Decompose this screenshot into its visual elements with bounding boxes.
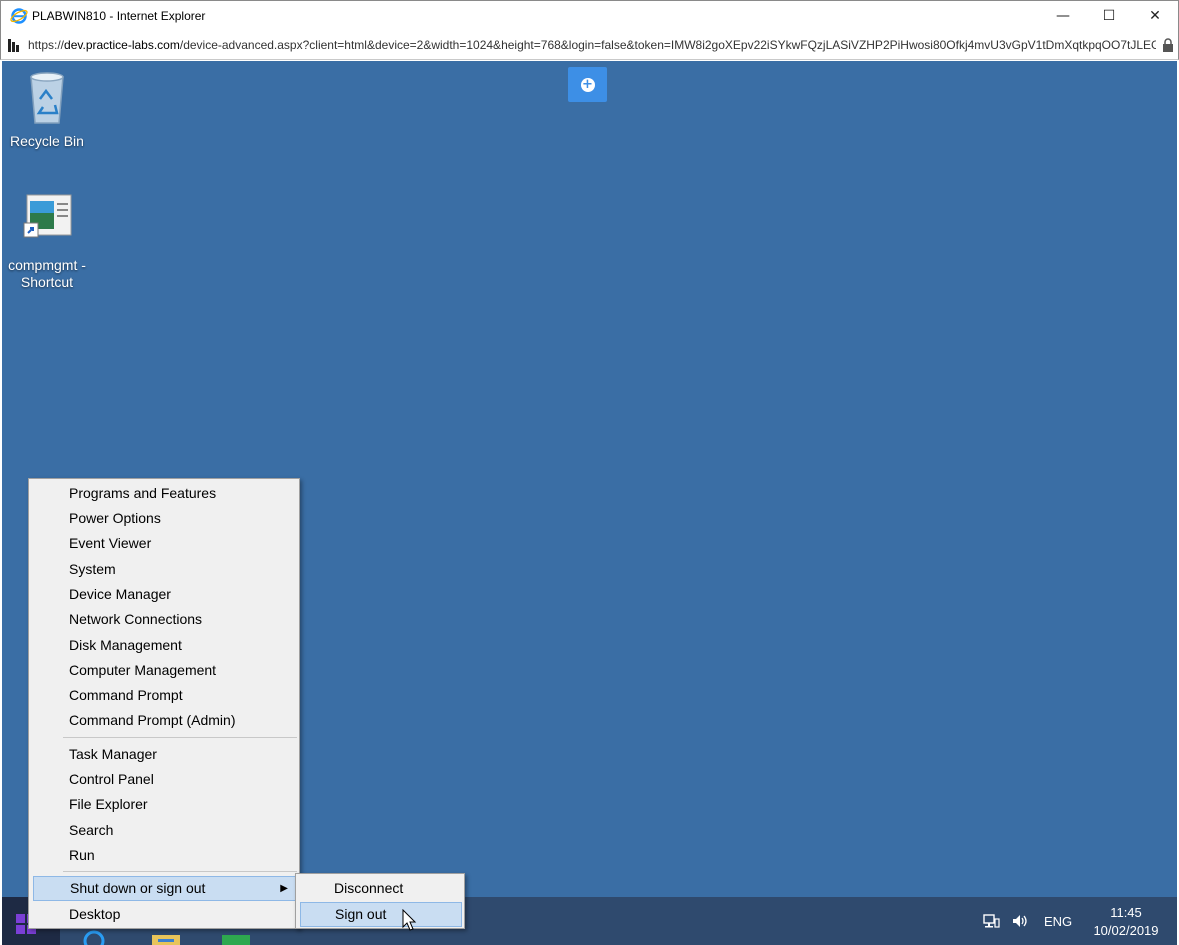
clock-time: 11:45: [1110, 905, 1142, 920]
menu-item-computer-management[interactable]: Computer Management: [33, 658, 297, 683]
menu-item-system[interactable]: System: [33, 557, 297, 582]
menu-item-event-viewer[interactable]: Event Viewer: [33, 531, 297, 556]
internet-explorer-icon: [10, 7, 28, 25]
window-title-bar: PLABWIN810 - Internet Explorer — ☐ ✕: [0, 0, 1179, 31]
shortcut-icon: [21, 191, 73, 253]
url-scheme: https://: [28, 38, 65, 52]
url-path: /device-advanced.aspx?client=html&device…: [179, 38, 1156, 52]
lock-icon[interactable]: [1162, 38, 1174, 52]
menu-item-disk-management[interactable]: Disk Management: [33, 633, 297, 658]
desktop-icon-recycle-bin[interactable]: Recycle Bin: [2, 67, 92, 150]
taskbar-ie-icon[interactable]: [76, 927, 112, 945]
desktop-icon-label: Recycle Bin: [10, 133, 84, 149]
url-host: dev.practice-labs.com: [64, 38, 180, 52]
address-bar[interactable]: https://dev.practice-labs.com/device-adv…: [0, 31, 1179, 60]
close-button[interactable]: ✕: [1132, 1, 1178, 31]
maximize-button[interactable]: ☐: [1086, 1, 1132, 31]
menu-item-power-options[interactable]: Power Options: [33, 506, 297, 531]
menu-item-search[interactable]: Search: [33, 818, 297, 843]
menu-separator: [63, 737, 297, 738]
mouse-pointer-icon: [402, 908, 418, 933]
menu-item-desktop[interactable]: Desktop: [33, 902, 297, 927]
plus-circle-icon: +: [580, 76, 595, 92]
menu-item-device-manager[interactable]: Device Manager: [33, 582, 297, 607]
url-field[interactable]: https://dev.practice-labs.com/device-adv…: [28, 38, 1156, 52]
minimize-button[interactable]: —: [1040, 1, 1086, 31]
menu-item-command-prompt[interactable]: Command Prompt: [33, 683, 297, 708]
menu-item-programs-and-features[interactable]: Programs and Features: [33, 481, 297, 506]
submenu-arrow-icon: ▶: [280, 883, 288, 894]
menu-item-network-connections[interactable]: Network Connections: [33, 607, 297, 632]
submenu-item-sign-out[interactable]: Sign out: [300, 902, 462, 927]
menu-item-command-prompt-admin[interactable]: Command Prompt (Admin): [33, 708, 297, 733]
menu-item-shut-down-or-sign-out[interactable]: Shut down or sign out ▶: [33, 876, 297, 901]
menu-item-file-explorer[interactable]: File Explorer: [33, 792, 297, 817]
menu-item-label: Shut down or sign out: [70, 880, 206, 896]
clock-date: 10/02/2019: [1093, 923, 1159, 938]
menu-item-control-panel[interactable]: Control Panel: [33, 767, 297, 792]
taskbar-file-explorer-icon[interactable]: [148, 927, 184, 945]
menu-item-task-manager[interactable]: Task Manager: [33, 742, 297, 767]
site-favicon-icon: [7, 37, 21, 53]
language-indicator[interactable]: ENG: [1044, 897, 1072, 945]
power-user-menu: Programs and Features Power Options Even…: [28, 478, 300, 929]
volume-icon[interactable]: [1011, 897, 1031, 945]
recycle-bin-icon: [21, 67, 73, 129]
minimize-icon: —: [1056, 8, 1070, 24]
shutdown-submenu: Disconnect Sign out: [295, 873, 465, 929]
menu-item-run[interactable]: Run: [33, 843, 297, 868]
network-icon[interactable]: [982, 897, 1002, 945]
remote-session-menu-button[interactable]: +: [568, 67, 607, 102]
taskbar-clock[interactable]: 11:45 10/02/2019: [1086, 904, 1166, 940]
desktop-icon-label: compmgmt - Shortcut: [8, 257, 86, 290]
maximize-icon: ☐: [1102, 8, 1116, 24]
taskbar-server-manager-icon[interactable]: [218, 927, 254, 945]
close-icon: ✕: [1149, 8, 1161, 24]
menu-separator: [63, 871, 297, 872]
desktop-icon-compmgmt-shortcut[interactable]: compmgmt - Shortcut: [2, 191, 92, 291]
submenu-item-disconnect[interactable]: Disconnect: [300, 876, 462, 901]
window-title: PLABWIN810 - Internet Explorer: [32, 9, 206, 23]
